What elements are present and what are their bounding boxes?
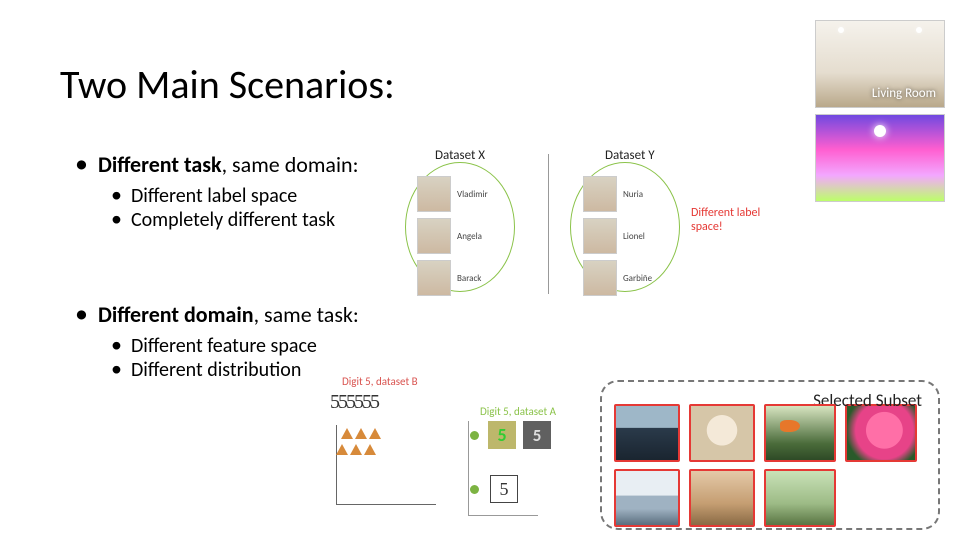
digit-sample-a3: 5 [490,475,518,503]
scenario-1-sub-1-text: Different label space [131,184,297,208]
digit-sample-a2: 5 [523,421,551,449]
thumb-ship [614,469,680,527]
face-x-2: Angela [417,218,482,254]
different-label-space-callout: Different label space! [691,206,791,235]
scenario-1-strong: Different task [98,151,222,178]
face-name: Garbiñe [623,273,652,284]
face-name: Vladimir [457,189,488,200]
bullet-dot: • [111,184,122,206]
face-name: Nuria [623,189,643,200]
room-caption: Living Room [872,86,936,101]
dataset-y-label: Dataset Y [605,148,655,163]
dataset-divider [548,154,549,294]
figure-face-datasets: Dataset X Dataset Y Vladimir Angela Bara… [405,148,705,298]
digit-a-label: Digit 5, dataset A [480,405,556,418]
bullet-dot: • [75,150,88,176]
scenario-1-sub-2-text: Completely different task [131,208,335,232]
face-thumb [417,260,451,296]
scenario-1-sub-2: • Completely different task [111,208,358,232]
face-thumb [417,218,451,254]
face-name: Angela [457,231,482,242]
digit-sample-a1: 5 [488,421,516,449]
subset-grid [614,404,926,527]
face-x-3: Barack [417,260,481,296]
face-x-1: Vladimir [417,176,488,212]
scenario-2-sub-1: • Different feature space [111,334,359,358]
scenario-1-rest: , same domain: [222,151,359,178]
room-photo-natural: Living Room [815,20,945,108]
face-thumb [583,260,617,296]
face-name: Barack [457,273,481,284]
face-name: Lionel [623,231,645,242]
thumb-flower [845,404,917,462]
face-y-3: Garbiñe [583,260,652,296]
bullet-dot: • [111,358,122,380]
thumb-dog [689,404,755,462]
scenario-1-sub-1: • Different label space [111,184,358,208]
face-thumb [417,176,451,212]
bullet-dot: • [111,208,122,230]
thumb-empty [845,469,917,527]
room-photo-synthetic [815,114,945,202]
scenario-2-rest: , same task: [254,301,359,328]
slide-title: Two Main Scenarios: [60,60,395,109]
face-y-1: Nuria [583,176,643,212]
face-y-2: Lionel [583,218,645,254]
point-marker [470,431,479,440]
scenario-2-strong: Different domain [98,301,254,328]
face-thumb [583,176,617,212]
scenario-1: • Different task, same domain: • Differen… [75,150,358,232]
scenario-2-sub-2: • Different distribution [111,358,359,382]
scenario-2-sub-1-text: Different feature space [131,334,317,358]
face-thumb [583,218,617,254]
dataset-x-label: Dataset X [435,148,485,163]
thumb-bird-2 [764,469,836,527]
bullet-dot: • [111,334,122,356]
triangle-cluster [340,427,382,459]
scenario-1-heading: • Different task, same domain: [75,150,358,178]
scenario-2-heading: • Different domain, same task: [75,300,359,328]
point-marker [470,485,479,494]
scenario-2-sub-2-text: Different distribution [131,358,301,382]
handwritten-fives: 555555 [330,391,378,414]
figure-selected-subset: Selected Subset [600,380,940,530]
figure-rooms: Living Room [815,20,945,208]
scenario-2: • Different domain, same task: • Differen… [75,300,359,382]
digit-b-label: Digit 5, dataset B [342,375,418,388]
thumb-cat [689,469,755,527]
thumb-car [614,404,680,462]
bullet-dot: • [75,300,88,326]
figure-digit-datasets: Digit 5, dataset B Digit 5, dataset A 55… [330,375,560,535]
thumb-bird [764,404,836,462]
